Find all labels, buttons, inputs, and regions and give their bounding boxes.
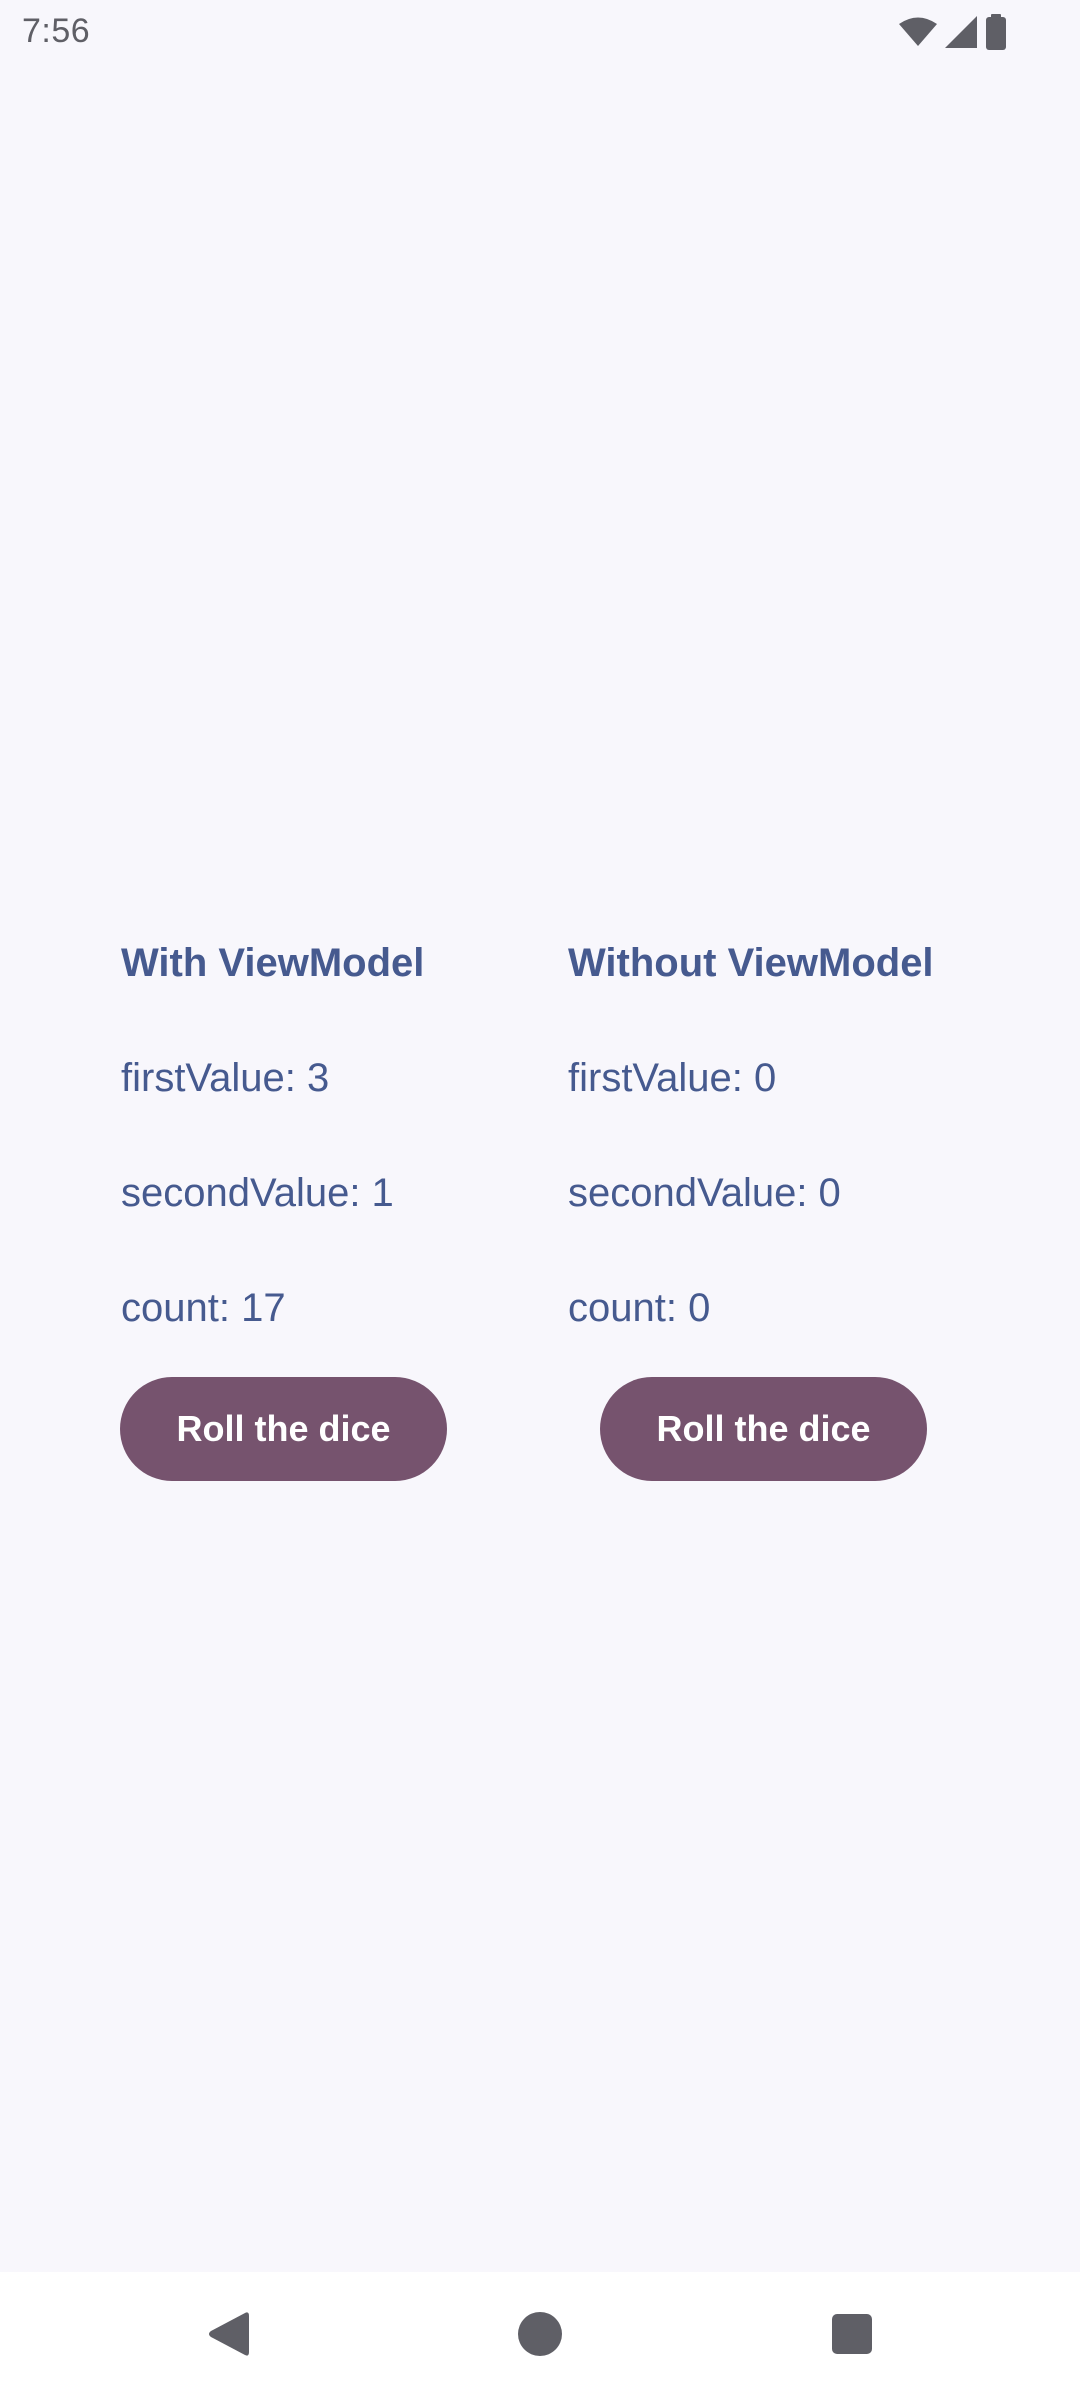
with-viewmodel-second-value: secondValue: 1 [121, 1171, 394, 1215]
without-viewmodel-count: count: 0 [568, 1286, 711, 1330]
with-viewmodel-first-value: firstValue: 3 [121, 1056, 330, 1100]
roll-dice-button-with-viewmodel[interactable]: Roll the dice [120, 1377, 447, 1481]
app-screen: 7:56 With ViewModel firstValue: 3 second… [0, 0, 1080, 2400]
wifi-icon [898, 17, 938, 47]
recents-button[interactable] [782, 2272, 922, 2400]
status-bar: 7:56 [0, 0, 1080, 64]
with-viewmodel-count: count: 17 [121, 1286, 286, 1330]
roll-dice-button-without-viewmodel[interactable]: Roll the dice [600, 1377, 927, 1481]
without-viewmodel-first-value: firstValue: 0 [568, 1056, 777, 1100]
navigation-bar [0, 2272, 1080, 2400]
recents-icon [831, 2313, 873, 2360]
with-viewmodel-column: With ViewModel firstValue: 3 secondValue… [121, 935, 541, 1336]
status-time: 7:56 [22, 12, 91, 50]
back-icon [205, 2309, 251, 2364]
without-viewmodel-second-value: secondValue: 0 [568, 1171, 841, 1215]
without-viewmodel-title: Without ViewModel [568, 941, 934, 985]
signal-icon [944, 15, 978, 49]
home-icon [517, 2311, 563, 2362]
without-viewmodel-column: Without ViewModel firstValue: 0 secondVa… [568, 935, 988, 1336]
with-viewmodel-title: With ViewModel [121, 941, 425, 985]
status-icons [898, 14, 1008, 50]
back-button[interactable] [158, 2272, 298, 2400]
home-button[interactable] [470, 2272, 610, 2400]
battery-icon [984, 14, 1008, 50]
